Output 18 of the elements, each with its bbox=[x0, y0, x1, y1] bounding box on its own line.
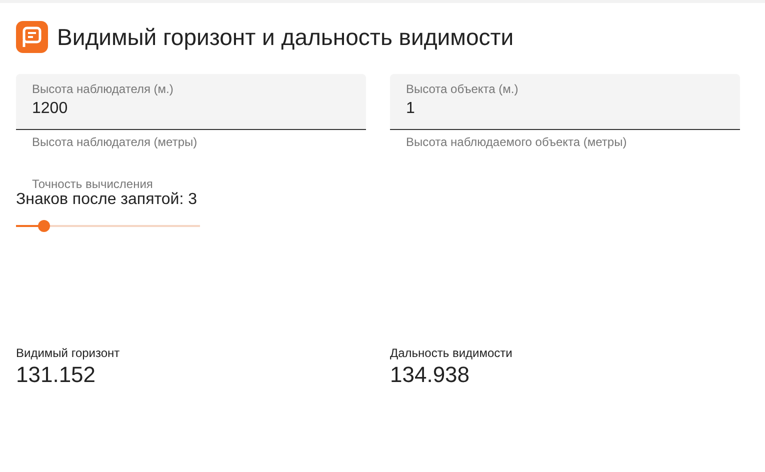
field-label: Высота наблюдателя (м.) bbox=[32, 82, 174, 96]
result-value: 131.152 bbox=[16, 362, 97, 388]
page-title: Видимый горизонт и дальность видимости bbox=[57, 24, 514, 50]
app-logo-icon bbox=[16, 21, 48, 53]
field-label: Высота объекта (м.) bbox=[406, 82, 520, 96]
result-label: Видимый горизонт bbox=[16, 346, 121, 360]
slider-thumb[interactable] bbox=[38, 220, 50, 232]
result-label: Дальность видимости bbox=[390, 346, 514, 360]
helper-text: Высота наблюдаемого объекта (метры) bbox=[405, 134, 628, 149]
slider[interactable] bbox=[16, 220, 200, 232]
field-value[interactable]: 1 bbox=[406, 100, 724, 118]
result-value: 134.938 bbox=[390, 362, 471, 388]
slider-value: Знаков после запятой: 3 bbox=[16, 191, 198, 209]
slider-label: Точность вычисления bbox=[31, 177, 154, 191]
field-value[interactable]: 1200 bbox=[32, 100, 350, 118]
input-field[interactable]: Высота объекта (м.) 1 bbox=[390, 74, 740, 130]
helper-text: Высота наблюдателя (метры) bbox=[31, 134, 198, 149]
input-field[interactable]: Высота наблюдателя (м.) 1200 bbox=[16, 74, 366, 130]
